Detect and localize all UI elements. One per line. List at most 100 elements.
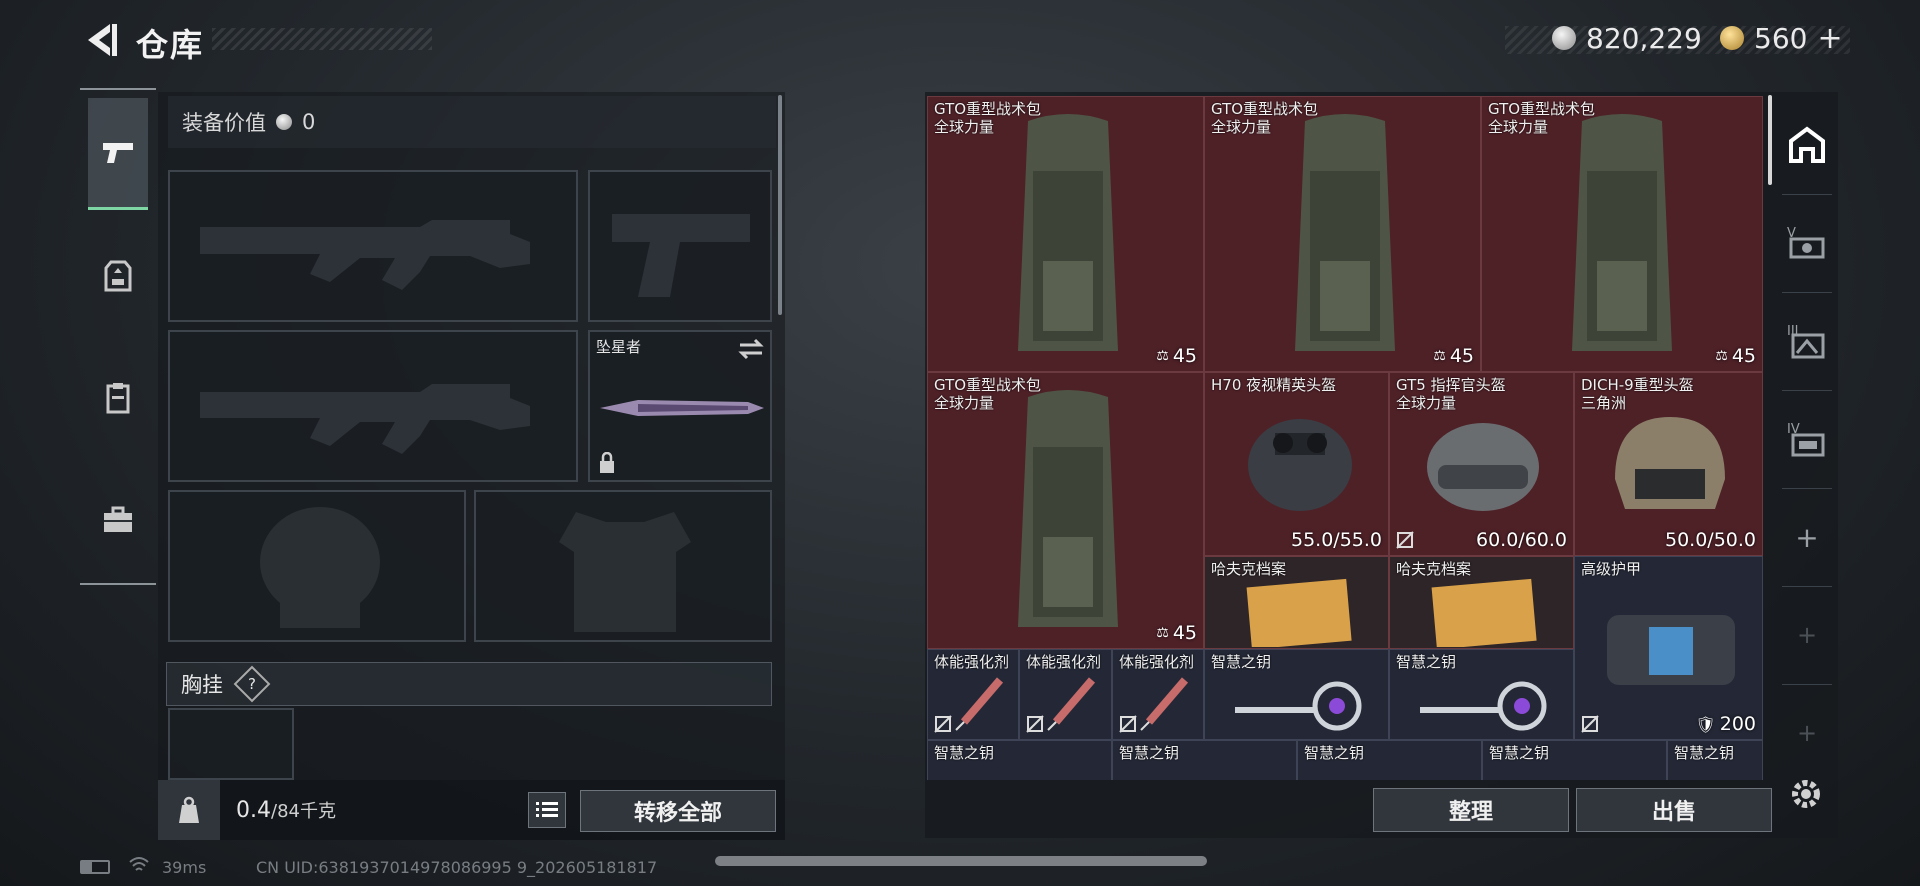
stash-item-file-2[interactable]: 哈夫克档案 (1389, 556, 1574, 649)
swap-icon[interactable] (738, 338, 764, 360)
stash-iii-icon: III (1787, 324, 1825, 359)
file-folder-icon (1431, 578, 1537, 647)
silver-coin-icon (1552, 26, 1576, 50)
item-name: 智慧之钥 (1674, 744, 1735, 762)
melee-slot[interactable]: 坠星者 (588, 330, 772, 482)
stash-item-helmet-dich9[interactable]: DICH-9重型头盔 三角洲 50.0/50.0 (1574, 372, 1763, 556)
clipboard-icon (106, 383, 130, 414)
tab-weapons[interactable] (88, 98, 148, 210)
armor-case-icon (1607, 615, 1735, 685)
tab-clipboard[interactable] (88, 342, 148, 454)
stash-item-key-6[interactable]: 智慧之钥 (1482, 740, 1667, 780)
stash-item-key-2[interactable]: 智慧之钥 (1389, 649, 1574, 740)
left-tab-bar (80, 88, 156, 585)
help-icon[interactable]: ? (233, 665, 271, 703)
item-name: GT5 指挥官头盔 全球力量 (1396, 376, 1506, 412)
stash-item-syringe-2[interactable]: 体能强化剂 (1019, 649, 1112, 740)
weight-icon: ⚖ (1156, 625, 1169, 641)
transfer-all-button[interactable]: 转移全部 (580, 790, 776, 832)
tab-case[interactable] (88, 464, 148, 576)
pistol-icon (103, 142, 133, 163)
sell-button[interactable]: 出售 (1576, 788, 1772, 832)
stash-item-syringe-3[interactable]: 体能强化剂 (1112, 649, 1204, 740)
item-value: ⚖ 45 (1715, 345, 1756, 367)
equipment-value: 0 (302, 110, 316, 134)
stash-scrollbar[interactable] (1768, 95, 1772, 185)
no-insure-icon (1396, 531, 1414, 549)
home-indicator[interactable] (715, 856, 1207, 866)
stash-tab-iii[interactable]: III (1776, 292, 1838, 390)
stash-tab-home[interactable] (1776, 96, 1838, 194)
item-durability: 60.0/60.0 (1475, 529, 1567, 551)
tab-gear[interactable] (88, 220, 148, 332)
back-arrow-icon (88, 24, 117, 56)
stash-tab-v[interactable]: V (1776, 194, 1838, 292)
weight-icon: ⚖ (1715, 348, 1728, 364)
gold-currency[interactable]: 560 + (1720, 20, 1843, 56)
backpack-icon (1018, 114, 1118, 351)
weight-icon (179, 796, 199, 823)
chest-rig-slot[interactable] (168, 708, 294, 780)
list-view-button[interactable] (528, 792, 566, 828)
item-name: 智慧之钥 (1304, 744, 1365, 762)
silver-currency: 820,229 (1552, 20, 1702, 56)
stash-iv-icon: IV (1787, 422, 1825, 457)
syringe-icon (955, 677, 1004, 731)
backpack-icon (1295, 114, 1395, 351)
loadout-scrollbar[interactable] (778, 95, 782, 315)
no-insure-icon (1119, 715, 1137, 733)
weight-current: 0.4 (236, 798, 271, 823)
stash-item-backpack-3[interactable]: GTO重型战术包 全球力量 ⚖ 45 (1481, 96, 1763, 372)
backpack-icon (1572, 114, 1672, 351)
list-icon (536, 802, 558, 817)
key-icon (1420, 681, 1547, 731)
chest-rig-label: 胸挂 (181, 673, 223, 697)
stash-item-helmet-h70[interactable]: H70 夜视精英头盔 55.0/55.0 (1204, 372, 1389, 556)
melee-name: 坠星者 (596, 338, 642, 356)
gear-icon (1792, 780, 1820, 808)
stash-item-key-3[interactable]: 智慧之钥 (927, 740, 1112, 780)
stash-item-file-1[interactable]: 哈夫克档案 (1204, 556, 1389, 649)
back-button[interactable] (80, 18, 120, 62)
stash-item-backpack-4[interactable]: GTO重型战术包 全球力量 ⚖ 45 (927, 372, 1204, 649)
home-stash-icon (1789, 126, 1825, 163)
stash-tab-iv[interactable]: IV (1776, 390, 1838, 488)
stash-item-backpack-1[interactable]: GTO重型战术包 全球力量 ⚖ 45 (927, 96, 1204, 372)
backpack-icon (1018, 390, 1118, 627)
helmet-icon (1427, 423, 1539, 511)
blade-icon (600, 400, 764, 416)
item-name: 智慧之钥 (1489, 744, 1550, 762)
silver-coin-icon (276, 114, 292, 130)
no-insure-icon (934, 715, 952, 733)
secondary-weapon-slot[interactable] (168, 330, 578, 482)
no-insure-icon (1581, 715, 1599, 733)
add-stash-tab-button[interactable]: + (1776, 488, 1838, 586)
gold-coin-icon (1720, 26, 1744, 50)
shield-icon: 🛡 (1695, 714, 1716, 734)
gold-add-icon[interactable]: + (1817, 21, 1842, 56)
item-value: ⚖ 45 (1156, 622, 1197, 644)
weight-icon-box (158, 780, 220, 840)
stash-item-key-5[interactable]: 智慧之钥 (1297, 740, 1482, 780)
stash-item-helmet-gt5[interactable]: GT5 指挥官头盔 全球力量 60.0/60.0 (1389, 372, 1574, 556)
sort-button[interactable]: 整理 (1373, 788, 1569, 832)
helmet-slot[interactable] (168, 490, 466, 642)
gold-amount: 560 (1754, 21, 1808, 55)
item-name: 体能强化剂 (1119, 653, 1195, 671)
settings-button[interactable] (1788, 776, 1824, 812)
weight-bar: 0.4/84千克 转移全部 (158, 780, 785, 840)
stash-item-key-4[interactable]: 智慧之钥 (1112, 740, 1297, 780)
stash-item-key-7[interactable]: 智慧之钥 (1667, 740, 1763, 780)
primary-weapon-slot[interactable] (168, 170, 578, 322)
item-value: 🛡 200 (1695, 713, 1756, 735)
stash-item-syringe-1[interactable]: 体能强化剂 (927, 649, 1019, 740)
stash-item-key-1[interactable]: 智慧之钥 (1204, 649, 1389, 740)
silver-amount: 820,229 (1586, 21, 1702, 55)
stash-item-armor[interactable]: 高级护甲 🛡 200 (1574, 556, 1763, 740)
pistol-slot[interactable] (588, 170, 772, 322)
body-armor-slot[interactable] (474, 490, 772, 642)
key-icon (1235, 681, 1362, 731)
stash-item-backpack-2[interactable]: GTO重型战术包 全球力量 ⚖ 45 (1204, 96, 1481, 372)
weight-text: 0.4/84千克 (236, 797, 336, 823)
equipment-value-bar: 装备价值 0 (168, 96, 776, 148)
